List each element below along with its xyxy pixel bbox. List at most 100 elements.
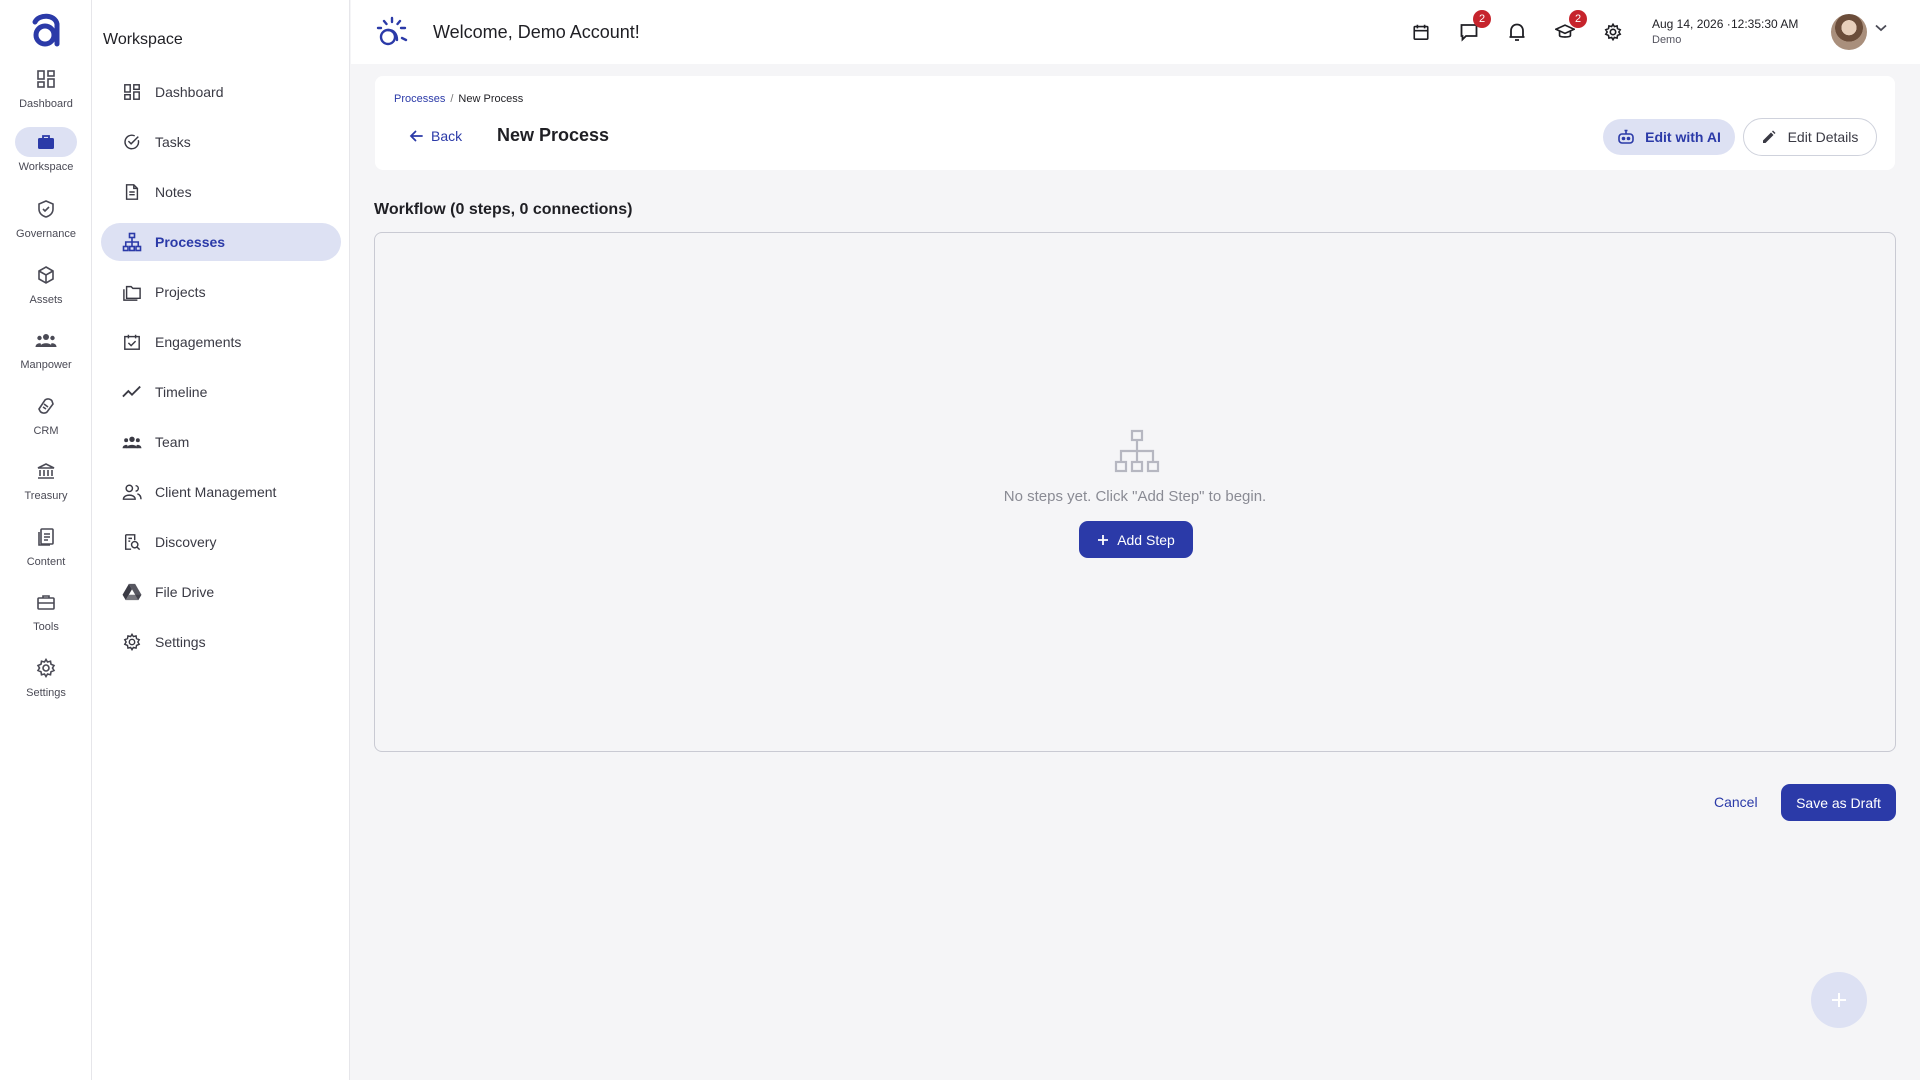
rail-item-label: Workspace — [18, 161, 74, 173]
calendar-check-icon — [121, 331, 143, 353]
current-user-name: Demo — [1652, 34, 1682, 46]
rail-item-tools[interactable]: Tools — [0, 587, 92, 647]
sidebar-item-label: Engagements — [155, 334, 242, 350]
floating-add-button[interactable] — [1811, 972, 1867, 1028]
rail-item-settings[interactable]: Settings — [0, 653, 92, 713]
shield-check-icon — [15, 194, 77, 224]
trend-line-icon — [121, 381, 143, 403]
client-icon — [121, 481, 143, 503]
rail-item-assets[interactable]: Assets — [0, 260, 92, 320]
sidebar-item-notes[interactable]: Notes — [101, 173, 341, 211]
folders-icon — [121, 281, 143, 303]
sidebar-item-projects[interactable]: Projects — [101, 273, 341, 311]
save-as-draft-button[interactable]: Save as Draft — [1781, 784, 1896, 821]
rail-item-label: Dashboard — [19, 98, 73, 110]
sidebar-item-file-drive[interactable]: File Drive — [101, 573, 341, 611]
current-date: Aug 14, 2026 · — [1652, 17, 1731, 31]
sidebar-item-label: Discovery — [155, 534, 217, 550]
sidebar-item-team[interactable]: Team — [101, 423, 341, 461]
breadcrumb-separator: / — [450, 93, 454, 105]
briefcase-icon — [15, 127, 77, 157]
rail-item-label: Content — [26, 556, 66, 568]
document-icon — [15, 522, 77, 552]
learning-badge: 2 — [1569, 10, 1587, 28]
rail-item-label: Assets — [29, 294, 63, 306]
rail-item-content[interactable]: Content — [0, 522, 92, 582]
brand-icon[interactable] — [375, 16, 409, 50]
bank-icon — [15, 456, 77, 486]
sidebar-item-label: Notes — [155, 184, 192, 200]
breadcrumb: Processes / New Process — [394, 93, 523, 105]
sidebar-item-label: Processes — [155, 234, 226, 250]
rail-item-label: Governance — [16, 228, 76, 240]
workflow-canvas[interactable]: No steps yet. Click "Add Step" to begin.… — [374, 232, 1896, 752]
people-icon — [121, 431, 143, 453]
sidebar-item-label: Team — [155, 434, 190, 450]
add-step-label: Add Step — [1117, 531, 1175, 548]
icon-rail: Dashboard Workspace Governance Assets Ma… — [0, 0, 92, 1080]
sidebar-item-label: Dashboard — [155, 84, 224, 100]
sidebar-item-label: File Drive — [155, 584, 215, 600]
sidebar-item-engagements[interactable]: Engagements — [101, 323, 341, 361]
plus-icon — [1831, 992, 1847, 1008]
sidebar-item-timeline[interactable]: Timeline — [101, 373, 341, 411]
cancel-button[interactable]: Cancel — [1714, 794, 1758, 810]
edit-details-button[interactable]: Edit Details — [1743, 118, 1877, 156]
sidebar-item-label: Timeline — [155, 384, 208, 400]
edit-with-ai-label: Edit with AI — [1645, 129, 1721, 145]
search-document-icon — [121, 531, 143, 553]
rail-item-governance[interactable]: Governance — [0, 194, 92, 254]
welcome-message: Welcome, Demo Account! — [433, 22, 640, 42]
sidebar-item-settings[interactable]: Settings — [101, 623, 341, 661]
sidebar-title: Workspace — [103, 31, 183, 48]
sidebar-item-discovery[interactable]: Discovery — [101, 523, 341, 561]
process-header-card: Processes / New Process Back New Process… — [375, 76, 1895, 170]
gear-icon — [1604, 23, 1622, 41]
back-label: Back — [431, 128, 463, 144]
workflow-title: Workflow (0 steps, 0 connections) — [374, 201, 633, 218]
chevron-down-icon[interactable] — [1875, 24, 1887, 32]
gear-icon — [121, 631, 143, 653]
check-circle-icon — [121, 131, 143, 153]
avatar[interactable] — [1831, 14, 1867, 50]
notifications-button[interactable] — [1505, 20, 1529, 44]
settings-button[interactable] — [1601, 20, 1625, 44]
hierarchy-icon — [121, 231, 143, 253]
sidebar-item-tasks[interactable]: Tasks — [101, 123, 341, 161]
note-icon — [121, 181, 143, 203]
page-title: New Process — [497, 125, 610, 145]
messages-button[interactable]: 2 — [1457, 10, 1491, 44]
breadcrumb-processes-link[interactable]: Processes — [394, 93, 445, 105]
drive-icon — [121, 581, 143, 603]
calendar-button[interactable] — [1409, 20, 1433, 44]
arrow-left-icon — [409, 129, 423, 143]
sidebar-item-processes[interactable]: Processes — [101, 223, 341, 261]
rail-item-label: Settings — [26, 687, 66, 699]
rail-item-workspace[interactable]: Workspace — [0, 127, 92, 187]
dashboard-icon — [15, 64, 77, 94]
sidebar-item-label: Settings — [155, 634, 206, 650]
app-logo-icon[interactable] — [28, 10, 64, 50]
edit-with-ai-button[interactable]: Edit with AI — [1603, 119, 1735, 155]
handshake-icon — [15, 391, 77, 421]
sidebar-item-client-management[interactable]: Client Management — [101, 473, 341, 511]
add-step-button[interactable]: Add Step — [1079, 521, 1193, 558]
plus-icon — [1097, 534, 1109, 546]
robot-icon — [1617, 129, 1635, 145]
rail-item-crm[interactable]: CRM — [0, 391, 92, 451]
rail-item-treasury[interactable]: Treasury — [0, 456, 92, 516]
rail-item-label: Tools — [33, 621, 59, 633]
hierarchy-icon — [1113, 429, 1161, 473]
edit-details-label: Edit Details — [1787, 129, 1859, 145]
rail-item-dashboard[interactable]: Dashboard — [0, 64, 92, 124]
empty-state-message: No steps yet. Click "Add Step" to begin. — [1003, 488, 1267, 505]
learning-button[interactable]: 2 — [1553, 10, 1587, 44]
back-button[interactable]: Back — [409, 125, 462, 147]
sidebar-item-label: Tasks — [155, 134, 191, 150]
rail-item-manpower[interactable]: Manpower — [0, 325, 92, 385]
sidebar-item-label: Client Management — [155, 484, 277, 500]
rail-item-label: Manpower — [20, 359, 72, 371]
dashboard-icon — [121, 81, 143, 103]
pencil-icon — [1762, 130, 1776, 144]
sidebar-item-dashboard[interactable]: Dashboard — [101, 73, 341, 111]
